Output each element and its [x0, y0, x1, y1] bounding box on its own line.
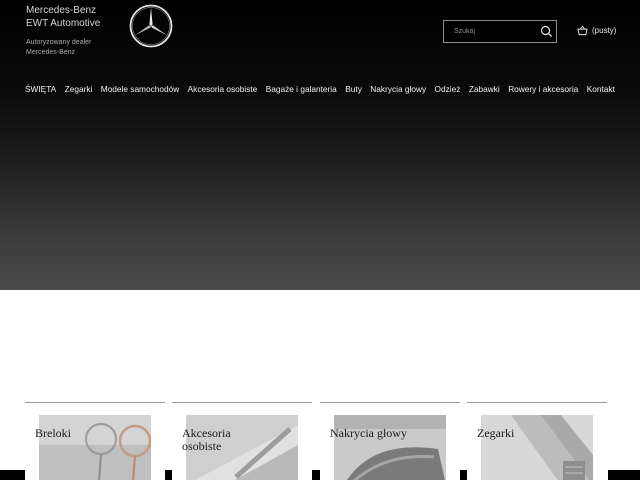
nav-item-kontakt[interactable]: Kontakt [587, 84, 615, 94]
category-label: Breloki [35, 426, 71, 440]
nav-item-modele-samochodow[interactable]: Modele samochodów [101, 84, 179, 94]
category-card-zegarki[interactable]: Zegarki [467, 402, 607, 480]
cart-button[interactable]: (pusty) [577, 25, 616, 36]
category-grid: Breloki Akcesoria osobiste Nakrycia głow… [24, 402, 608, 480]
dealer-line1: Autoryzowany dealer [26, 39, 92, 46]
edge-strip-left [0, 470, 25, 480]
search-input[interactable] [444, 21, 536, 42]
mercedes-star-icon[interactable] [128, 3, 174, 49]
nav-item-nakrycia-glowy[interactable]: Nakrycia głowy [370, 84, 426, 94]
category-card-nakrycia-glowy[interactable]: Nakrycia głowy [320, 402, 460, 480]
nav-item-odziez[interactable]: Odzież [435, 84, 461, 94]
cart-label: (pusty) [592, 26, 617, 35]
nav-item-zabawki[interactable]: Zabawki [469, 84, 500, 94]
headwear-image [334, 415, 446, 480]
basket-icon [577, 25, 588, 36]
keyrings-image [39, 415, 151, 480]
main-nav: ŚWIĘTA Zegarki Modele samochodów Akcesor… [25, 84, 615, 94]
nav-item-akcesoria-osobiste[interactable]: Akcesoria osobiste [188, 84, 258, 94]
category-label: Akcesoria osobiste [182, 426, 231, 453]
nav-item-zegarki[interactable]: Zegarki [65, 84, 93, 94]
brand-name-line1: Mercedes-Benz [26, 5, 97, 16]
nav-item-swieta[interactable]: ŚWIĘTA [25, 84, 56, 94]
category-card-breloki[interactable]: Breloki [25, 402, 165, 480]
dealer-tagline: Autoryzowany dealer Mercedes-Benz [26, 38, 91, 57]
hero-banner [0, 0, 640, 290]
brand-name-line2: EWT Automotive [26, 17, 101, 29]
category-label: Nakrycia głowy [330, 426, 407, 440]
edge-strip-right [608, 470, 640, 480]
nav-item-buty[interactable]: Buty [345, 84, 362, 94]
dealer-line2: Mercedes-Benz [26, 48, 76, 56]
watches-image [481, 415, 593, 480]
search-icon[interactable] [539, 24, 554, 39]
search-box [443, 20, 557, 43]
category-label: Zegarki [477, 426, 515, 440]
nav-item-rowery[interactable]: Rowery i akcesoria [508, 84, 578, 94]
category-card-akcesoria-osobiste[interactable]: Akcesoria osobiste [172, 402, 312, 480]
brand-name[interactable]: Mercedes-Benz EWT Automotive [26, 5, 100, 30]
nav-item-bagaze[interactable]: Bagaże i galanteria [266, 84, 337, 94]
